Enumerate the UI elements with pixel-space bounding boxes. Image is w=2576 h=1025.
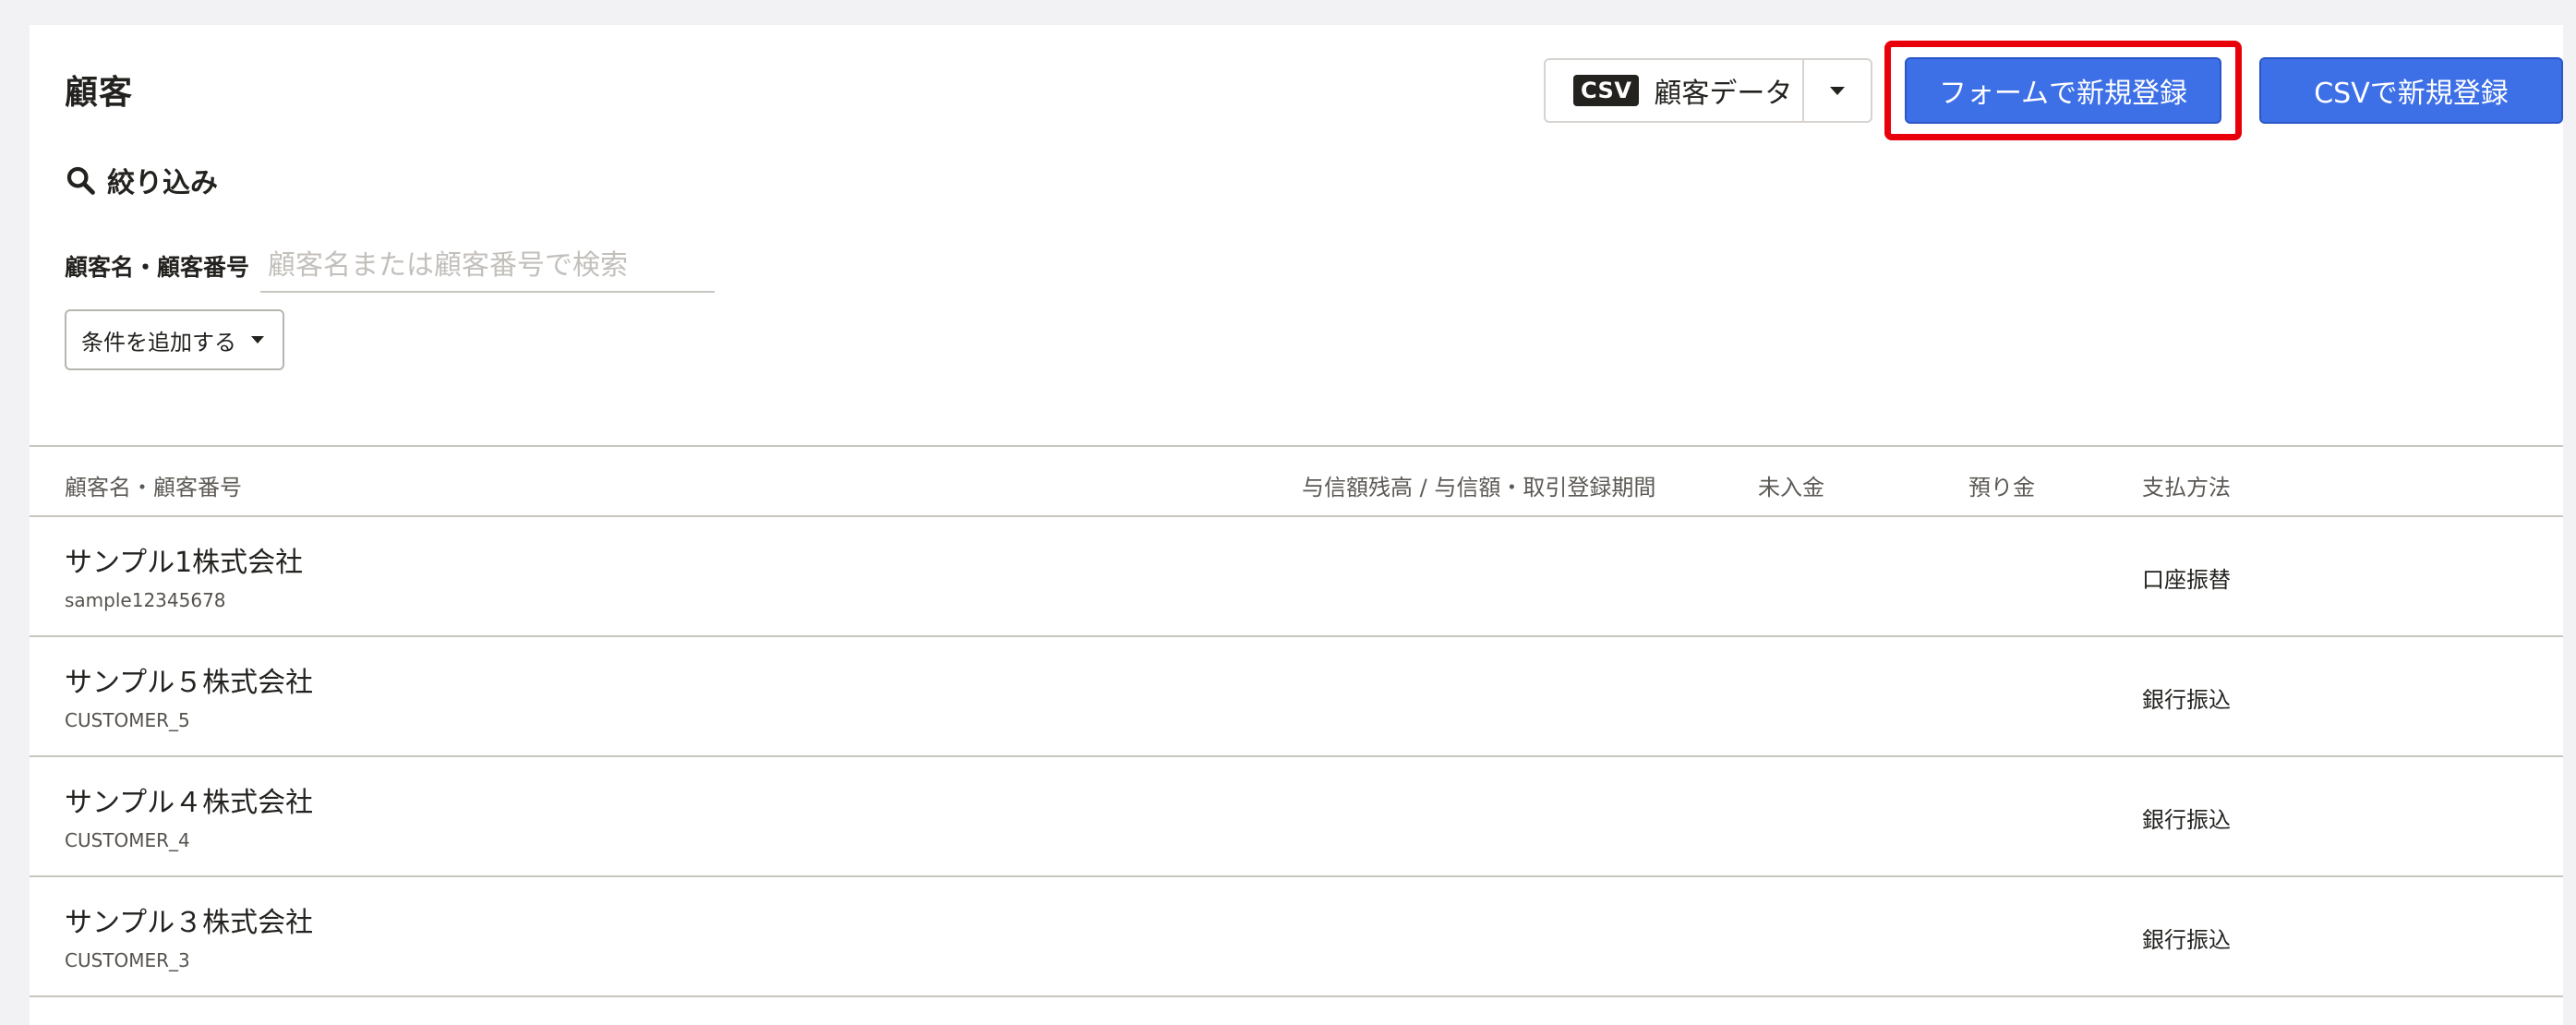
search-input[interactable] (260, 239, 715, 293)
customer-name: サンプル1株式会社 (65, 547, 304, 579)
customer-panel: 顧客 CSV 顧客データ フォームで新規登録 CSVで新規登録 絞り込み 顧客名… (30, 25, 2563, 1025)
customer-code: CUSTOMER_3 (65, 949, 190, 971)
filter-title: 絞り込み (107, 167, 218, 199)
customer-code: sample12345678 (65, 589, 226, 611)
form-register-button[interactable]: フォームで新規登録 (1905, 57, 2221, 124)
payment-method: 銀行振込 (2142, 807, 2231, 833)
customer-code: CUSTOMER_5 (65, 709, 190, 731)
payment-method: 銀行振込 (2142, 927, 2231, 953)
customer-table: 顧客名・顧客番号 与信額残高 / 与信額・取引登録期間 未入金 預り金 支払方法… (30, 445, 2563, 997)
payment-method: 銀行振込 (2142, 687, 2231, 713)
filter-heading: 絞り込み (65, 160, 218, 200)
customer-name: サンプル５株式会社 (65, 667, 314, 699)
csv-badge: CSV (1573, 75, 1640, 106)
csv-export-split-button: CSV 顧客データ (1544, 58, 1872, 123)
chevron-down-icon (1830, 86, 1845, 95)
chevron-down-icon (251, 336, 264, 344)
table-row[interactable]: サンプル３株式会社 CUSTOMER_3 銀行振込 (30, 877, 2563, 997)
table-row[interactable]: サンプル５株式会社 CUSTOMER_5 銀行振込 (30, 637, 2563, 757)
add-condition-button[interactable]: 条件を追加する (65, 309, 284, 370)
table-row[interactable]: サンプル４株式会社 CUSTOMER_4 銀行振込 (30, 757, 2563, 877)
column-header-customer: 顧客名・顧客番号 (65, 475, 242, 500)
csv-register-button[interactable]: CSVで新規登録 (2259, 57, 2563, 124)
table-header: 顧客名・顧客番号 与信額残高 / 与信額・取引登録期間 未入金 預り金 支払方法 (30, 445, 2563, 517)
add-condition-label: 条件を追加する (81, 329, 236, 356)
csv-export-dropdown-toggle[interactable] (1804, 60, 1871, 121)
column-header-unpaid: 未入金 (1758, 475, 1824, 500)
column-header-credit: 与信額残高 / 与信額・取引登録期間 (1302, 475, 1656, 500)
search-icon (66, 166, 95, 195)
customer-name: サンプル３株式会社 (65, 907, 314, 939)
page-title: 顧客 (65, 74, 134, 112)
search-field-label: 顧客名・顧客番号 (65, 254, 250, 281)
customer-name: サンプル４株式会社 (65, 787, 314, 819)
payment-method: 口座振替 (2142, 567, 2231, 593)
column-header-payment: 支払方法 (2142, 475, 2231, 500)
table-row[interactable]: サンプル1株式会社 sample12345678 口座振替 (30, 517, 2563, 637)
csv-export-button[interactable]: CSV 顧客データ (1546, 60, 1804, 121)
customer-code: CUSTOMER_4 (65, 829, 190, 851)
column-header-deposit: 預り金 (1968, 475, 2035, 500)
csv-export-label: 顧客データ (1654, 78, 1793, 110)
